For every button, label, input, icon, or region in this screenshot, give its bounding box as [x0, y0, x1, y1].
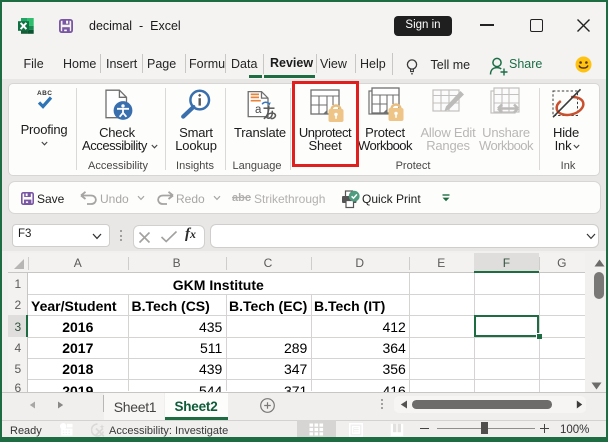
svg-text:a: a	[255, 104, 262, 116]
